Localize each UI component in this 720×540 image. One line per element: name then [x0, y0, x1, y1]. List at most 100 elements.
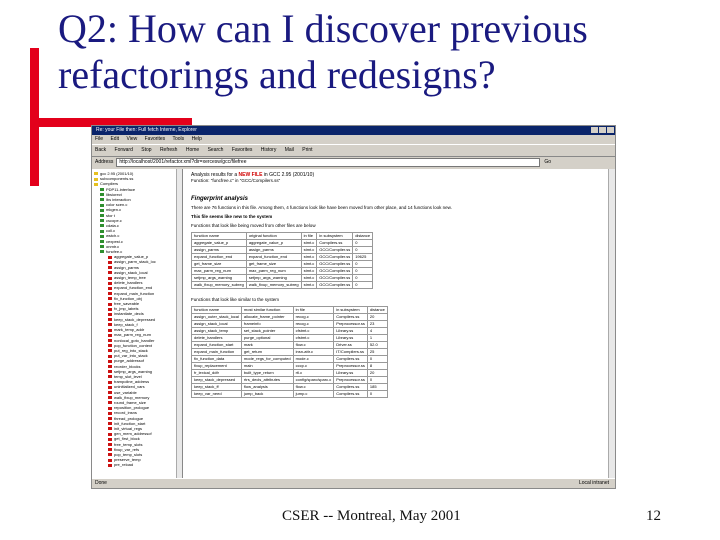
table-cell: flow.c: [292, 383, 335, 391]
table-cell: 0: [352, 246, 374, 254]
tree-node-icon: [108, 266, 112, 270]
address-input[interactable]: http://localhost/2001/refactor.xml?dir=x…: [116, 157, 541, 167]
table-cell: max_parm_reg_num: [245, 267, 302, 275]
go-button[interactable]: Go: [544, 157, 551, 167]
table-cell[interactable]: keep_stack_ff: [191, 383, 242, 391]
table-cell[interactable]: delete_handlers: [191, 334, 242, 342]
page-number: 12: [646, 508, 661, 524]
tree-item-label: pre_reload: [114, 462, 134, 468]
table-cell[interactable]: fix_function_data: [191, 355, 242, 363]
table-row: keep_var_need jump_back jump.c Compilers.ss…: [191, 390, 388, 398]
table-cell: recog.c: [292, 313, 335, 321]
table-cell: stmt.c: [300, 239, 318, 247]
table-cell[interactable]: walk_fixup_memory_subreg: [191, 281, 247, 289]
footer-text: CSER -- Montreal, May 2001: [282, 508, 461, 524]
status-text: Done: [95, 480, 107, 486]
menu-favorites[interactable]: Favorites: [145, 136, 166, 142]
menu-tools[interactable]: Tools: [172, 136, 184, 142]
table-row: expand_function_end expand_function_end st…: [191, 253, 374, 261]
table-cell: aggregate_value_p: [245, 239, 302, 247]
menu-edit[interactable]: Edit: [110, 136, 119, 142]
tree-node-icon: [100, 193, 104, 197]
table-row: keep_stack_depressed rtrs_decls_attribute…: [191, 376, 388, 384]
table-cell: cfstmt.c: [292, 334, 335, 342]
tree-node-icon: [94, 177, 98, 181]
menu-help[interactable]: Help: [192, 136, 202, 142]
description-line: There are 76 functions in this file. Amo…: [191, 205, 452, 210]
zone-indicator: Local intranet: [578, 480, 609, 486]
main-scrollbar[interactable]: [608, 169, 615, 479]
favorites-button[interactable]: Favorites: [232, 147, 253, 153]
moved-functions-table: function name original function in file in …: [191, 232, 374, 289]
menu-file[interactable]: File: [95, 136, 103, 142]
refresh-button[interactable]: Refresh: [160, 147, 178, 153]
close-icon[interactable]: [607, 127, 614, 133]
tree-node-icon: [108, 354, 112, 358]
maximize-icon[interactable]: [599, 127, 606, 133]
table-row: assign_outer_stack_local allocate_frame_p…: [191, 313, 388, 321]
table-cell: 0: [352, 260, 374, 268]
tree-node-icon: [94, 172, 98, 176]
forward-button[interactable]: Forward: [115, 147, 133, 153]
table-row: max_parm_reg_num max_parm_reg_num stmt.c GC…: [191, 267, 374, 275]
table-cell[interactable]: max_parm_reg_num: [191, 267, 247, 275]
table-cell: stmt.c: [300, 260, 318, 268]
print-button[interactable]: Print: [302, 147, 312, 153]
tree-node-icon: [108, 406, 112, 410]
table-cell[interactable]: assign_stack_temp: [191, 327, 242, 335]
table-cell[interactable]: fixup_replacement: [191, 362, 242, 370]
history-button[interactable]: History: [261, 147, 277, 153]
table-cell: Driver.ss: [333, 341, 368, 349]
table-cell: Compilers.ss: [316, 239, 354, 247]
table-row: get_frame_size get_frame_size stmt.c GCC/Co…: [191, 260, 374, 268]
stop-button[interactable]: Stop: [141, 147, 151, 153]
menu-view[interactable]: View: [126, 136, 137, 142]
search-button[interactable]: Search: [208, 147, 224, 153]
tree-node-icon: [100, 208, 104, 212]
table-cell: Library.ss: [333, 334, 368, 342]
table-cell[interactable]: setjmp_args_warning: [191, 274, 247, 282]
table-cell: 1: [366, 334, 388, 342]
table-cell: Library.ss: [333, 369, 368, 377]
table-cell: Preprocessor.ss: [333, 362, 368, 370]
table-cell: rtl.c: [292, 369, 335, 377]
table-row: fr_lexical_ddfr built_type_return rtl.c Lib…: [191, 369, 388, 377]
tree-node-icon: [108, 292, 112, 296]
table-row: assign_stack_local frameinfo recog.c Prepro…: [191, 320, 388, 328]
table-cell: insn-attr.c: [292, 348, 335, 356]
table-cell: 8: [366, 362, 388, 370]
table-cell[interactable]: expand_function_end: [191, 253, 247, 261]
table-cell[interactable]: aggregate_value_p: [191, 239, 247, 247]
table-cell[interactable]: assign_parms: [191, 246, 247, 254]
table-cell: GCC/Compiler.ss: [316, 274, 354, 282]
analysis-title: Fingerprint analysis: [191, 196, 249, 202]
tree-node-icon: [100, 240, 104, 244]
table-cell[interactable]: assign_outer_stack_local: [191, 313, 242, 321]
table-cell[interactable]: keep_stack_depressed: [191, 376, 242, 384]
mail-button[interactable]: Mail: [285, 147, 294, 153]
tree-node-icon: [108, 318, 112, 322]
table-cell[interactable]: keep_var_need: [191, 390, 242, 398]
tree-item[interactable]: pre_reload: [92, 462, 182, 467]
tree-node-icon: [108, 307, 112, 311]
back-button[interactable]: Back: [95, 147, 106, 153]
home-button[interactable]: Home: [186, 147, 199, 153]
table-cell[interactable]: fr_lexical_ddfr: [191, 369, 242, 377]
tree-scrollbar[interactable]: [176, 169, 182, 479]
table-cell[interactable]: get_frame_size: [191, 260, 247, 268]
table-cell[interactable]: assign_stack_local: [191, 320, 242, 328]
table-cell[interactable]: expand_function_start: [191, 341, 242, 349]
tree-node-icon: [100, 234, 104, 238]
tree-node-icon: [100, 229, 104, 233]
column-header: in file: [292, 306, 335, 314]
table-cell: GCC/Compiler.ss: [316, 246, 354, 254]
table-cell[interactable]: expand_main_function: [191, 348, 242, 356]
table-cell: mark: [240, 341, 294, 349]
table-cell: 20: [366, 313, 388, 321]
table-cell: stmt.c: [300, 253, 318, 261]
minimize-icon[interactable]: [591, 127, 598, 133]
column-header: in file: [300, 232, 318, 240]
accent-vertical-bar: [30, 48, 39, 186]
table-cell: stmt.c: [300, 274, 318, 282]
tree-node-icon: [108, 380, 112, 384]
